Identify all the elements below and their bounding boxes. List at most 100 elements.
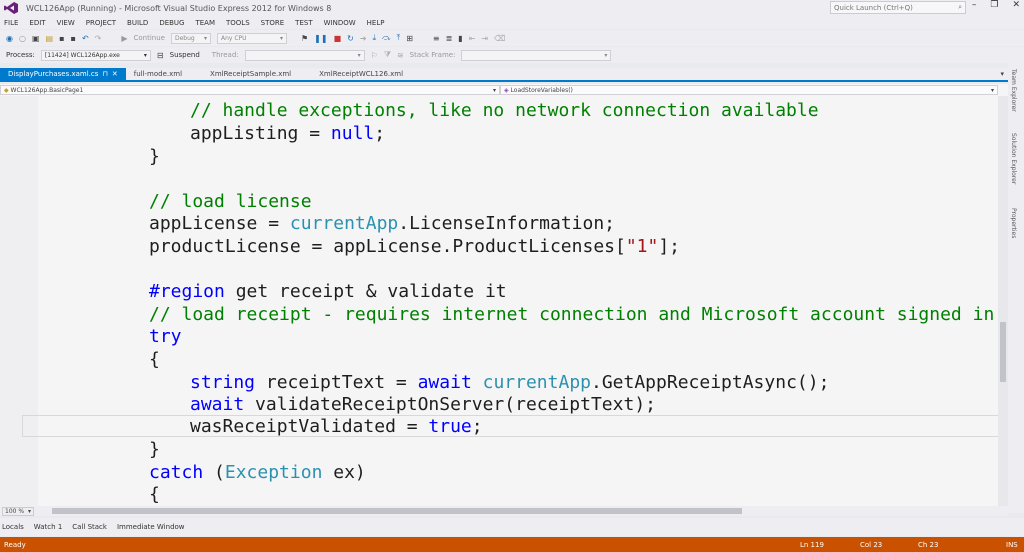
uncomment-icon[interactable]: ≣ xyxy=(446,34,453,43)
code-text: wasReceiptValidated = xyxy=(190,416,429,437)
code-keyword: await xyxy=(417,372,472,393)
filter-icon[interactable]: ⧩ xyxy=(384,50,391,60)
prev-bookmark-icon[interactable]: ⇤ xyxy=(469,34,476,43)
chevron-down-icon: ▾ xyxy=(990,86,994,94)
platform-dropdown[interactable]: Any CPU ▾ xyxy=(216,32,287,44)
hex-display-icon[interactable]: ⊞ xyxy=(406,34,413,43)
tab-displaypurchases[interactable]: DisplayPurchases.xaml.cs ⊓ ✕ xyxy=(0,68,126,80)
open-file-icon[interactable]: ▤ xyxy=(46,34,54,43)
stop-debugging-icon[interactable]: ■ xyxy=(334,34,342,43)
close-button[interactable]: ✕ xyxy=(1012,0,1020,10)
side-tab-properties[interactable]: Properties xyxy=(1010,208,1017,238)
comment-icon[interactable]: ≡ xyxy=(433,34,440,43)
platform-value: Any CPU xyxy=(220,34,247,42)
menu-bar: FILE EDIT VIEW PROJECT BUILD DEBUG TEAM … xyxy=(0,16,1024,29)
step-out-icon[interactable]: ⤒ xyxy=(397,33,401,43)
thread-dropdown[interactable]: ▾ xyxy=(244,49,365,61)
code-text: { xyxy=(149,484,160,505)
menu-debug[interactable]: DEBUG xyxy=(159,19,184,27)
vertical-scrollbar[interactable] xyxy=(998,96,1008,506)
save-icon[interactable]: ▪ xyxy=(59,34,64,43)
forward-icon[interactable]: ○ xyxy=(19,34,26,43)
menu-file[interactable]: FILE xyxy=(4,19,18,27)
document-tab-strip: DisplayPurchases.xaml.cs ⊓ ✕ full-mode.x… xyxy=(0,68,1008,82)
tab-locals[interactable]: Locals xyxy=(2,523,24,531)
new-project-icon[interactable]: ▣ xyxy=(32,34,40,43)
member-value-text: LoadStoreVariables() xyxy=(510,86,573,94)
continue-button[interactable]: Continue xyxy=(134,34,165,42)
zoom-value: 100 % xyxy=(5,507,25,515)
clear-bookmarks-icon[interactable]: ⌫ xyxy=(494,34,505,43)
restore-button[interactable]: ❐ xyxy=(990,0,998,10)
menu-build[interactable]: BUILD xyxy=(127,19,148,27)
menu-project[interactable]: PROJECT xyxy=(86,19,116,27)
chevron-down-icon: ▾ xyxy=(604,51,608,59)
flag-icon[interactable]: ⚐ xyxy=(371,51,378,60)
step-into-icon[interactable]: ⤓ xyxy=(373,33,377,43)
minimize-button[interactable]: – xyxy=(972,0,977,10)
back-icon[interactable]: ◉ xyxy=(6,34,13,43)
type-dropdown[interactable]: ◆ WCL126App.BasicPage1 ▾ xyxy=(0,85,500,95)
vertical-scroll-thumb[interactable] xyxy=(1000,322,1006,382)
horizontal-scroll-thumb[interactable] xyxy=(52,508,742,514)
bookmark-icon[interactable]: ▮ xyxy=(458,34,462,43)
quick-launch-input[interactable]: Quick Launch (Ctrl+Q) ⌕ xyxy=(830,1,966,14)
code-text: ; xyxy=(471,416,483,437)
menu-store[interactable]: STORE xyxy=(261,19,285,27)
attach-icon[interactable]: ⚑ xyxy=(301,34,308,43)
editor-gutter[interactable] xyxy=(0,96,38,506)
menu-view[interactable]: VIEW xyxy=(57,19,75,27)
chevron-down-icon: ▾ xyxy=(357,51,361,59)
tab-xmlreceiptsample[interactable]: XmlReceiptSample.xml xyxy=(202,68,299,80)
tab-immediate-window[interactable]: Immediate Window xyxy=(117,523,185,531)
continue-play-icon[interactable]: ▶ xyxy=(121,34,127,43)
current-line-highlight xyxy=(22,415,1002,437)
redo-icon[interactable]: ↷ xyxy=(95,34,102,43)
code-region: #region xyxy=(149,281,225,302)
show-threads-icon[interactable]: ≋ xyxy=(397,51,404,60)
close-tab-icon[interactable]: ✕ xyxy=(112,70,118,78)
restart-icon[interactable]: ↻ xyxy=(347,34,354,43)
undo-icon[interactable]: ↶ xyxy=(82,34,89,43)
menu-edit[interactable]: EDIT xyxy=(29,19,45,27)
code-text: ; xyxy=(374,123,386,144)
member-dropdown[interactable]: ◈ LoadStoreVariables() ▾ xyxy=(500,85,998,95)
code-line: } xyxy=(149,146,160,167)
stack-frame-dropdown[interactable]: ▾ xyxy=(461,49,612,61)
tab-watch-1[interactable]: Watch 1 xyxy=(34,523,62,531)
suspend-button[interactable]: Suspend xyxy=(170,51,200,59)
zoom-dropdown[interactable]: 100 % ▾ xyxy=(2,506,34,516)
menu-test[interactable]: TEST xyxy=(295,19,312,27)
step-over-icon[interactable]: ⤼ xyxy=(382,33,391,43)
pin-icon[interactable]: ⊓ xyxy=(102,70,107,78)
save-all-icon[interactable]: ▪ xyxy=(71,34,76,43)
chevron-down-icon: ▾ xyxy=(203,34,207,42)
next-bookmark-icon[interactable]: ⇥ xyxy=(481,34,488,43)
chevron-down-icon: ▾ xyxy=(27,507,31,515)
code-line: try xyxy=(149,326,182,347)
process-value: [11424] WCL126App.exe xyxy=(44,51,120,59)
process-dropdown[interactable]: [11424] WCL126App.exe ▾ xyxy=(40,49,151,61)
side-tab-team-explorer[interactable]: Team Explorer xyxy=(1010,69,1017,112)
menu-help[interactable]: HELP xyxy=(367,19,385,27)
code-editor[interactable]: // handle exceptions, like no network co… xyxy=(0,96,1008,506)
menu-team[interactable]: TEAM xyxy=(195,19,215,27)
tab-overflow-icon[interactable]: ▾ xyxy=(1000,70,1004,78)
tab-full-mode[interactable]: full-mode.xml xyxy=(126,68,190,80)
break-all-icon[interactable]: ❚❚ xyxy=(314,34,327,43)
show-next-statement-icon[interactable]: ➜ xyxy=(360,34,367,43)
code-keyword: await xyxy=(190,394,245,415)
tab-xmlreceiptwcl126[interactable]: XmlReceiptWCL126.xml xyxy=(311,68,411,80)
navigation-bar: ◆ WCL126App.BasicPage1 ▾ ◈ LoadStoreVari… xyxy=(0,84,1008,96)
tab-call-stack[interactable]: Call Stack xyxy=(72,523,107,531)
code-line: string receiptText = await currentApp.Ge… xyxy=(190,372,829,393)
code-line: await validateReceiptOnServer(receiptTex… xyxy=(190,394,656,415)
debug-location-toolbar: Process: [11424] WCL126App.exe ▾ ⊟ Suspe… xyxy=(0,47,1024,63)
type-value-text: WCL126App.BasicPage1 xyxy=(10,86,84,94)
configuration-dropdown[interactable]: Debug ▾ xyxy=(170,32,211,44)
menu-tools[interactable]: TOOLS xyxy=(226,19,250,27)
side-tab-solution-explorer[interactable]: Solution Explorer xyxy=(1010,133,1017,184)
lifecycle-events-icon[interactable]: ⊟ xyxy=(157,51,164,60)
code-line: wasReceiptValidated = true; xyxy=(190,416,483,437)
menu-window[interactable]: WINDOW xyxy=(324,19,356,27)
